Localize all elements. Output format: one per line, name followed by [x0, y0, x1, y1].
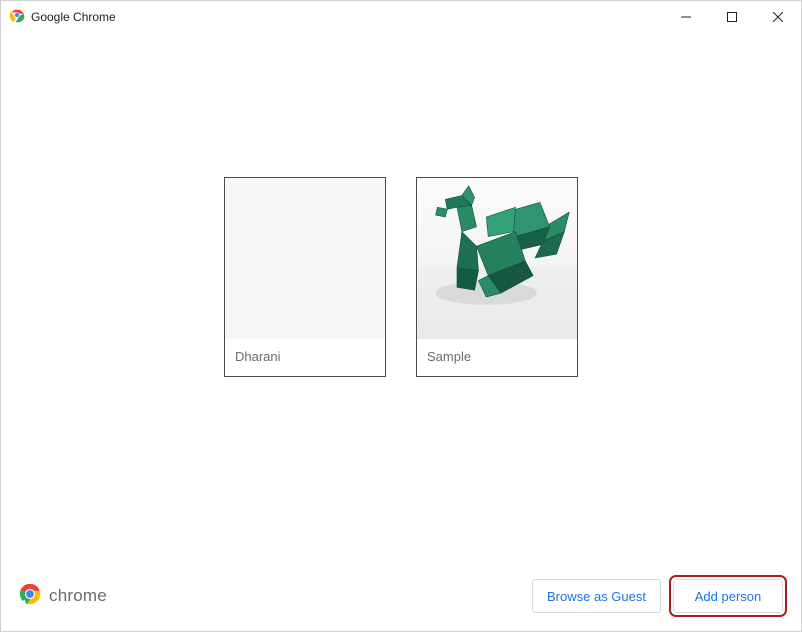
brand-text: chrome	[49, 586, 107, 606]
footer: chrome Browse as Guest Add person	[1, 561, 801, 631]
add-person-button[interactable]: Add person	[673, 579, 783, 613]
profile-avatar-origami-dragon	[417, 178, 577, 339]
profile-list: Dharani	[224, 177, 578, 377]
profile-name-label: Dharani	[225, 339, 385, 376]
chrome-logo-icon	[9, 7, 25, 28]
button-label: Browse as Guest	[547, 589, 646, 604]
browse-as-guest-button[interactable]: Browse as Guest	[532, 579, 661, 613]
footer-actions: Browse as Guest Add person	[532, 579, 783, 613]
profile-card-dharani[interactable]: Dharani	[224, 177, 386, 377]
close-button[interactable]	[755, 1, 801, 33]
chrome-logo-icon	[19, 583, 41, 610]
profile-name-label: Sample	[417, 339, 577, 376]
footer-brand: chrome	[19, 583, 107, 610]
profile-avatar-blank	[225, 178, 385, 339]
button-label: Add person	[695, 589, 762, 604]
maximize-button[interactable]	[709, 1, 755, 33]
profile-card-sample[interactable]: Sample	[416, 177, 578, 377]
minimize-button[interactable]	[663, 1, 709, 33]
window-title: Google Chrome	[31, 10, 116, 24]
titlebar-left: Google Chrome	[9, 7, 116, 28]
titlebar: Google Chrome	[1, 1, 801, 33]
window-controls	[663, 1, 801, 33]
